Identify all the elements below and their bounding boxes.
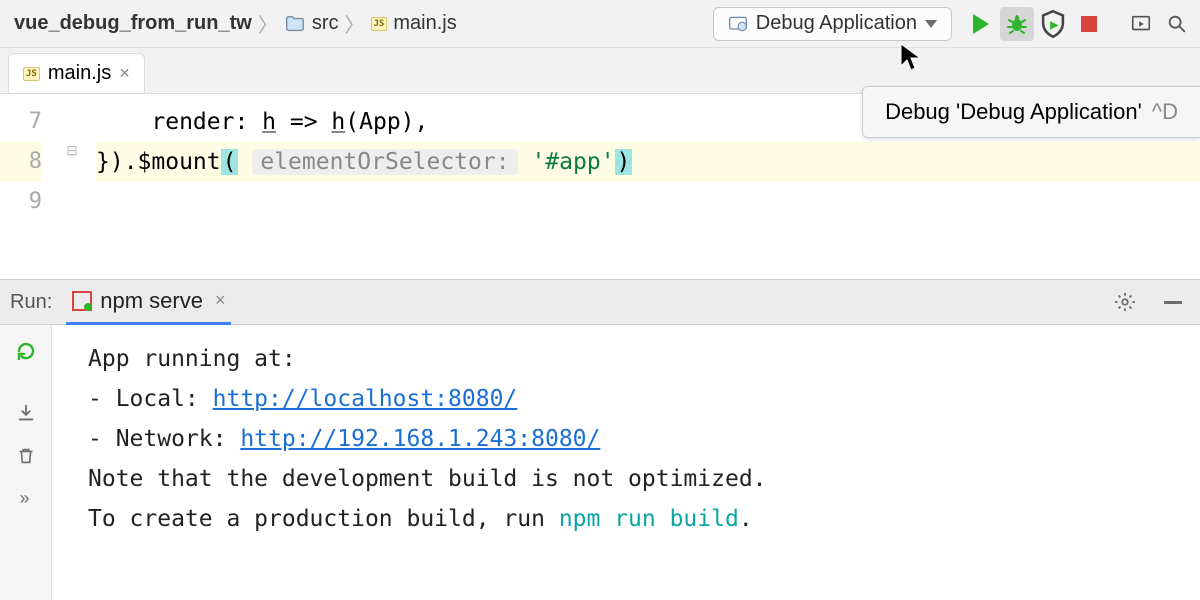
local-url-link[interactable]: http://localhost:8080/ [213, 386, 518, 412]
line-number: 9 [0, 182, 42, 222]
tooltip-text: Debug 'Debug Application' [885, 99, 1142, 125]
console-line: Note that the development build is not o… [88, 459, 1200, 499]
stop-icon [1081, 16, 1097, 32]
console-line: - Network: http://192.168.1.243:8080/ [88, 419, 1200, 459]
stop-button[interactable] [1072, 7, 1106, 41]
debug-button[interactable] [1000, 7, 1034, 41]
tooltip-shortcut: ^D [1152, 99, 1178, 125]
code-line: }).$mount( elementOrSelector: '#app') [96, 142, 1200, 182]
network-url-link[interactable]: http://192.168.1.243:8080/ [240, 426, 600, 452]
console-line: App running at: [88, 339, 1200, 379]
breadcrumb-folder[interactable]: src [312, 12, 339, 35]
settings-button[interactable] [1108, 285, 1142, 319]
screen-play-icon [1130, 13, 1152, 35]
play-icon [973, 14, 989, 34]
search-button[interactable] [1160, 7, 1194, 41]
main-toolbar: vue_debug_from_run_tw 〉 src 〉 JS main.js… [0, 0, 1200, 48]
breadcrumb-project[interactable]: vue_debug_from_run_tw [14, 12, 252, 35]
run-config-selector[interactable]: Debug Application [713, 7, 952, 41]
close-icon[interactable]: × [215, 290, 226, 311]
run-config-label: Debug Application [756, 12, 917, 35]
bug-icon [1005, 12, 1029, 36]
gear-icon [1114, 291, 1136, 313]
breadcrumb[interactable]: vue_debug_from_run_tw 〉 src 〉 JS main.js [6, 9, 457, 38]
clear-button[interactable] [15, 445, 37, 470]
minimize-button[interactable] [1156, 285, 1190, 319]
presentation-button[interactable] [1124, 7, 1158, 41]
shield-play-icon [1036, 7, 1070, 41]
chevron-right-icon: 〉 [345, 9, 365, 38]
run-tab-npm-serve[interactable]: npm serve × [66, 279, 231, 325]
run-sidebar: » [0, 325, 52, 600]
debug-tooltip: Debug 'Debug Application' ^D [862, 86, 1200, 138]
rerun-button[interactable] [14, 339, 38, 366]
minimize-icon [1164, 301, 1182, 304]
run-panel: » App running at: - Local: http://localh… [0, 325, 1200, 600]
close-icon[interactable]: × [119, 63, 130, 84]
chevron-right-icon: 〉 [258, 9, 278, 38]
download-icon [15, 402, 37, 424]
rerun-icon [14, 339, 38, 363]
more-button[interactable]: » [19, 488, 31, 509]
file-tab-label: main.js [48, 62, 111, 85]
npm-running-icon [72, 291, 92, 311]
run-panel-title: Run: [10, 291, 52, 314]
line-gutter: 7 8 9 [0, 94, 56, 279]
chevron-down-icon [925, 20, 937, 28]
file-tab-main-js[interactable]: JS main.js × [8, 53, 145, 93]
console-line: - Local: http://localhost:8080/ [88, 379, 1200, 419]
search-icon [1166, 13, 1188, 35]
line-number: 8 [0, 142, 42, 182]
console-line: To create a production build, run npm ru… [88, 499, 1200, 539]
run-button[interactable] [964, 7, 998, 41]
coverage-button[interactable] [1036, 7, 1070, 41]
scroll-to-end-button[interactable] [15, 402, 37, 427]
js-file-icon: JS [23, 67, 40, 81]
breadcrumb-file[interactable]: main.js [393, 12, 456, 35]
js-file-icon: JS [371, 17, 388, 31]
folder-icon [284, 13, 306, 35]
run-panel-header: Run: npm serve × [0, 279, 1200, 325]
line-number: 7 [0, 102, 42, 142]
run-tab-label: npm serve [100, 288, 203, 314]
browser-debug-icon [728, 14, 748, 34]
console-output[interactable]: App running at: - Local: http://localhos… [52, 325, 1200, 600]
trash-icon [15, 445, 37, 467]
